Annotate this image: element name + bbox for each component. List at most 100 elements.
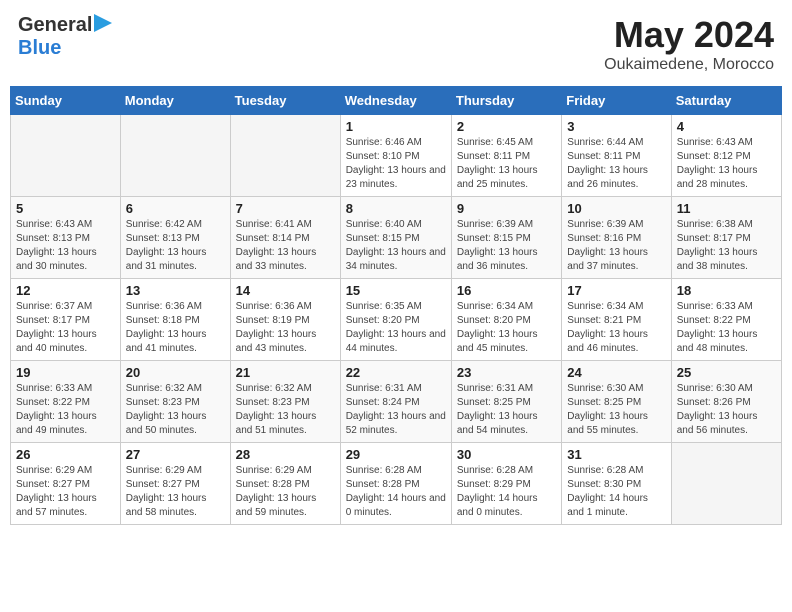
calendar-cell: 3Sunrise: 6:44 AM Sunset: 8:11 PM Daylig… xyxy=(562,115,671,197)
calendar-week-row: 1 Sunrise: 6:46 AM Sunset: 8:10 PM Daylig… xyxy=(11,115,782,197)
calendar-week-row: 12 Sunrise: 6:37 AM Sunset: 8:17 PM Dayli… xyxy=(11,279,782,361)
calendar-header-row: SundayMondayTuesdayWednesdayThursdayFrid… xyxy=(11,87,782,115)
day-info: Sunrise: 6:33 AM Sunset: 8:22 PM Dayligh… xyxy=(677,300,776,356)
day-info: Sunrise: 6:46 AM Sunset: 8:10 PM Dayligh… xyxy=(346,136,446,192)
calendar-cell: 5Sunrise: 6:43 AM Sunset: 8:13 PM Daylig… xyxy=(11,197,121,279)
calendar-cell: 17Sunrise: 6:34 AM Sunset: 8:21 PM Dayli… xyxy=(562,279,671,361)
day-info: Sunrise: 6:34 AM Sunset: 8:21 PM Dayligh… xyxy=(567,300,665,356)
day-number: 30 xyxy=(457,447,556,462)
day-header-wednesday: Wednesday xyxy=(340,87,451,115)
calendar-cell: 22 Sunrise: 6:31 AM Sunset: 8:24 PM Dayli… xyxy=(340,361,451,443)
calendar-cell: 21 Sunrise: 6:32 AM Sunset: 8:23 PM Dayli… xyxy=(230,361,340,443)
day-info: Sunrise: 6:36 AM Sunset: 8:19 PM Dayligh… xyxy=(236,300,335,356)
day-info: Sunrise: 6:34 AM Sunset: 8:20 PM Dayligh… xyxy=(457,300,556,356)
calendar-cell: 25 Sunrise: 6:30 AM Sunset: 8:26 PM Dayli… xyxy=(671,361,781,443)
calendar-cell: 13Sunrise: 6:36 AM Sunset: 8:18 PM Dayli… xyxy=(120,279,230,361)
day-info: Sunrise: 6:40 AM Sunset: 8:15 PM Dayligh… xyxy=(346,218,446,274)
day-number: 16 xyxy=(457,283,556,298)
calendar-cell: 14 Sunrise: 6:36 AM Sunset: 8:19 PM Dayli… xyxy=(230,279,340,361)
day-info: Sunrise: 6:41 AM Sunset: 8:14 PM Dayligh… xyxy=(236,218,335,274)
calendar-cell: 1 Sunrise: 6:46 AM Sunset: 8:10 PM Daylig… xyxy=(340,115,451,197)
day-info: Sunrise: 6:39 AM Sunset: 8:16 PM Dayligh… xyxy=(567,218,665,274)
day-info: Sunrise: 6:32 AM Sunset: 8:23 PM Dayligh… xyxy=(236,382,335,438)
day-number: 21 xyxy=(236,365,335,380)
day-number: 29 xyxy=(346,447,446,462)
day-number: 13 xyxy=(126,283,225,298)
day-info: Sunrise: 6:29 AM Sunset: 8:27 PM Dayligh… xyxy=(16,464,115,520)
day-header-sunday: Sunday xyxy=(11,87,121,115)
day-info: Sunrise: 6:31 AM Sunset: 8:24 PM Dayligh… xyxy=(346,382,446,438)
calendar-cell: 27 Sunrise: 6:29 AM Sunset: 8:27 PM Dayli… xyxy=(120,443,230,525)
day-info: Sunrise: 6:30 AM Sunset: 8:25 PM Dayligh… xyxy=(567,382,665,438)
logo-icon xyxy=(94,14,112,37)
day-number: 12 xyxy=(16,283,115,298)
day-info: Sunrise: 6:29 AM Sunset: 8:27 PM Dayligh… xyxy=(126,464,225,520)
day-number: 10 xyxy=(567,201,665,216)
day-number: 7 xyxy=(236,201,335,216)
day-number: 14 xyxy=(236,283,335,298)
calendar-cell: 19Sunrise: 6:33 AM Sunset: 8:22 PM Dayli… xyxy=(11,361,121,443)
day-header-saturday: Saturday xyxy=(671,87,781,115)
calendar-week-row: 26 Sunrise: 6:29 AM Sunset: 8:27 PM Dayli… xyxy=(11,443,782,525)
day-number: 24 xyxy=(567,365,665,380)
calendar-cell xyxy=(671,443,781,525)
day-number: 4 xyxy=(677,119,776,134)
day-info: Sunrise: 6:37 AM Sunset: 8:17 PM Dayligh… xyxy=(16,300,115,356)
calendar-cell: 10 Sunrise: 6:39 AM Sunset: 8:16 PM Dayli… xyxy=(562,197,671,279)
calendar-cell: 26 Sunrise: 6:29 AM Sunset: 8:27 PM Dayli… xyxy=(11,443,121,525)
day-info: Sunrise: 6:43 AM Sunset: 8:13 PM Dayligh… xyxy=(16,218,115,274)
page-header: General Blue May 2024 Oukaimedene, Moroc… xyxy=(10,10,782,78)
calendar-cell: 28Sunrise: 6:29 AM Sunset: 8:28 PM Dayli… xyxy=(230,443,340,525)
calendar-cell: 8 Sunrise: 6:40 AM Sunset: 8:15 PM Daylig… xyxy=(340,197,451,279)
calendar-cell: 24 Sunrise: 6:30 AM Sunset: 8:25 PM Dayli… xyxy=(562,361,671,443)
day-header-thursday: Thursday xyxy=(451,87,561,115)
day-number: 3 xyxy=(567,119,665,134)
calendar-cell: 4 Sunrise: 6:43 AM Sunset: 8:12 PM Daylig… xyxy=(671,115,781,197)
calendar-cell: 23 Sunrise: 6:31 AM Sunset: 8:25 PM Dayli… xyxy=(451,361,561,443)
calendar-cell xyxy=(120,115,230,197)
day-number: 1 xyxy=(346,119,446,134)
calendar-week-row: 5Sunrise: 6:43 AM Sunset: 8:13 PM Daylig… xyxy=(11,197,782,279)
day-header-friday: Friday xyxy=(562,87,671,115)
day-number: 22 xyxy=(346,365,446,380)
location: Oukaimedene, Morocco xyxy=(604,56,774,74)
calendar-cell: 16 Sunrise: 6:34 AM Sunset: 8:20 PM Dayli… xyxy=(451,279,561,361)
calendar-cell: 29 Sunrise: 6:28 AM Sunset: 8:28 PM Dayli… xyxy=(340,443,451,525)
calendar-cell: 18Sunrise: 6:33 AM Sunset: 8:22 PM Dayli… xyxy=(671,279,781,361)
day-info: Sunrise: 6:29 AM Sunset: 8:28 PM Dayligh… xyxy=(236,464,335,520)
day-number: 27 xyxy=(126,447,225,462)
day-number: 6 xyxy=(126,201,225,216)
calendar-cell: 7 Sunrise: 6:41 AM Sunset: 8:14 PM Daylig… xyxy=(230,197,340,279)
logo-blue-text: Blue xyxy=(18,37,61,59)
day-number: 11 xyxy=(677,201,776,216)
calendar-cell: 2Sunrise: 6:45 AM Sunset: 8:11 PM Daylig… xyxy=(451,115,561,197)
calendar-table: SundayMondayTuesdayWednesdayThursdayFrid… xyxy=(10,86,782,525)
day-number: 9 xyxy=(457,201,556,216)
day-info: Sunrise: 6:38 AM Sunset: 8:17 PM Dayligh… xyxy=(677,218,776,274)
day-number: 23 xyxy=(457,365,556,380)
day-info: Sunrise: 6:28 AM Sunset: 8:28 PM Dayligh… xyxy=(346,464,446,520)
day-number: 2 xyxy=(457,119,556,134)
calendar-cell: 20 Sunrise: 6:32 AM Sunset: 8:23 PM Dayli… xyxy=(120,361,230,443)
calendar-cell: 12 Sunrise: 6:37 AM Sunset: 8:17 PM Dayli… xyxy=(11,279,121,361)
calendar-cell: 9 Sunrise: 6:39 AM Sunset: 8:15 PM Daylig… xyxy=(451,197,561,279)
day-number: 26 xyxy=(16,447,115,462)
day-header-monday: Monday xyxy=(120,87,230,115)
logo-general-text: General xyxy=(18,14,92,37)
calendar-cell xyxy=(11,115,121,197)
calendar-cell: 15Sunrise: 6:35 AM Sunset: 8:20 PM Dayli… xyxy=(340,279,451,361)
day-info: Sunrise: 6:42 AM Sunset: 8:13 PM Dayligh… xyxy=(126,218,225,274)
day-number: 31 xyxy=(567,447,665,462)
day-info: Sunrise: 6:43 AM Sunset: 8:12 PM Dayligh… xyxy=(677,136,776,192)
calendar-cell: 31Sunrise: 6:28 AM Sunset: 8:30 PM Dayli… xyxy=(562,443,671,525)
day-number: 25 xyxy=(677,365,776,380)
day-number: 15 xyxy=(346,283,446,298)
day-info: Sunrise: 6:30 AM Sunset: 8:26 PM Dayligh… xyxy=(677,382,776,438)
day-info: Sunrise: 6:39 AM Sunset: 8:15 PM Dayligh… xyxy=(457,218,556,274)
day-info: Sunrise: 6:32 AM Sunset: 8:23 PM Dayligh… xyxy=(126,382,225,438)
day-number: 8 xyxy=(346,201,446,216)
day-header-tuesday: Tuesday xyxy=(230,87,340,115)
day-info: Sunrise: 6:31 AM Sunset: 8:25 PM Dayligh… xyxy=(457,382,556,438)
day-info: Sunrise: 6:28 AM Sunset: 8:29 PM Dayligh… xyxy=(457,464,556,520)
day-number: 20 xyxy=(126,365,225,380)
